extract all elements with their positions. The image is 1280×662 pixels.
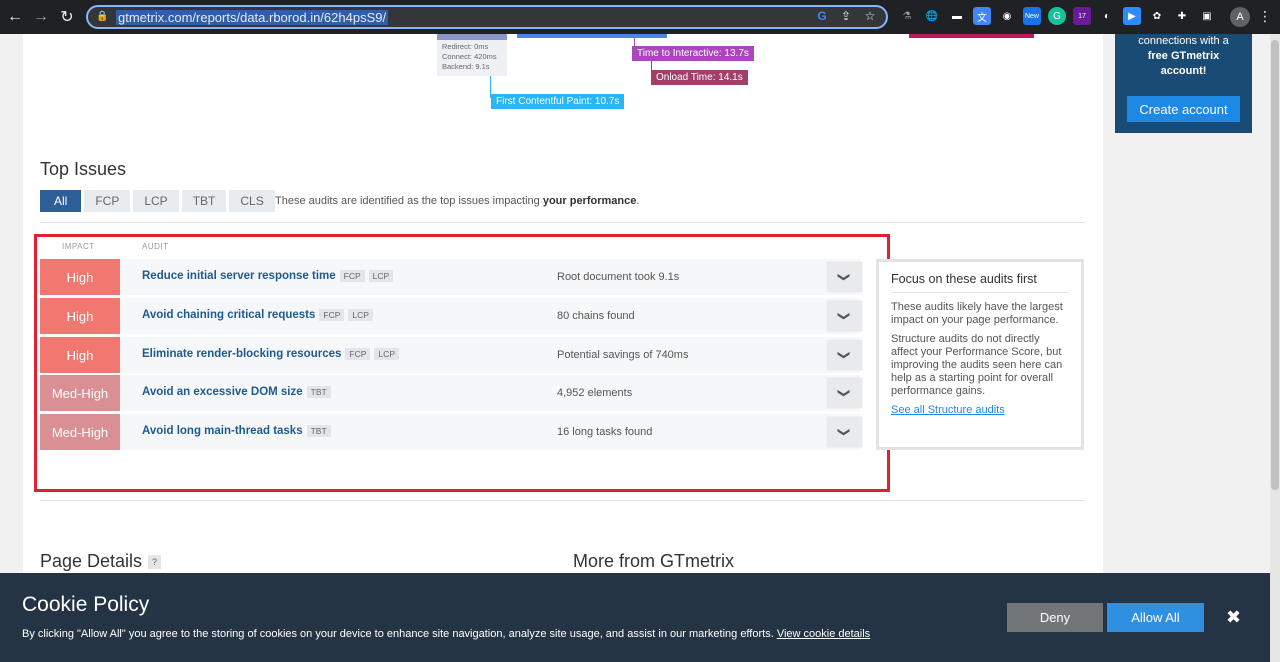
grammarly-icon[interactable]: G: [1048, 7, 1066, 25]
cookie-text: By clicking "Allow All" you agree to the…: [22, 628, 870, 640]
issue-filter-tabs: All FCP LCP TBT CLS: [40, 190, 275, 212]
note-prefix: These audits are identified as the top i…: [275, 195, 543, 207]
promo-line-2: free GTmetrix: [1147, 50, 1220, 62]
tab-all[interactable]: All: [40, 190, 82, 212]
browser-menu-icon[interactable]: ⋮: [1258, 8, 1272, 25]
color-extension-icon[interactable]: ◐: [1098, 7, 1116, 25]
tab-tbt[interactable]: TBT: [181, 190, 227, 212]
share-icon[interactable]: ⇪: [838, 9, 854, 23]
divider: [40, 500, 1085, 501]
tab-lcp[interactable]: LCP: [133, 190, 179, 212]
zoom-extension-icon[interactable]: ▶: [1123, 7, 1141, 25]
reload-icon[interactable]: ↻: [56, 6, 78, 28]
bookmark-star-icon[interactable]: ☆: [862, 9, 878, 23]
sidebar-toggle-icon[interactable]: ▣: [1198, 7, 1216, 25]
divider: [40, 222, 1085, 223]
browser-toolbar: ← → ↻ 🔒 gtmetrix.com/reports/data.rborod…: [0, 0, 1280, 34]
screenshot-extension-icon[interactable]: ◉: [998, 7, 1016, 25]
camera-extension-icon[interactable]: ▬: [948, 7, 966, 25]
backend-time: Backend: 9.1s: [442, 62, 490, 71]
lcp-bar: [517, 34, 667, 38]
translate-extension-icon[interactable]: 文: [973, 7, 991, 25]
onload-label: Onload Time: 14.1s: [651, 70, 748, 85]
profile-avatar[interactable]: A: [1230, 7, 1250, 27]
extension-puzzle-icon-1[interactable]: ⚗: [898, 7, 916, 25]
page-details-title: Page Details?: [40, 551, 162, 572]
help-icon[interactable]: ?: [148, 555, 162, 570]
more-from-gtmetrix-title: More from GTmetrix: [573, 551, 735, 571]
highlight-annotation-box: [34, 234, 890, 492]
new-extension-icon[interactable]: New: [1023, 7, 1041, 25]
promo-line-1: connections with a: [1138, 35, 1229, 47]
promo-line-3: account!: [1160, 65, 1207, 77]
note-bold: your performance: [542, 195, 637, 207]
tab-cls[interactable]: CLS: [229, 190, 275, 212]
connect-time: Connect: 420ms: [442, 52, 497, 61]
focus-text-1: These audits likely have the largest imp…: [891, 301, 1063, 326]
cookie-extension-icon[interactable]: ✿: [1148, 7, 1166, 25]
view-cookie-details-link[interactable]: View cookie details: [777, 628, 870, 640]
cookie-title: Cookie Policy: [22, 593, 150, 616]
see-structure-audits-link[interactable]: See all Structure audits: [891, 404, 1069, 416]
forward-arrow-icon[interactable]: →: [30, 6, 52, 28]
cookie-banner: Cookie Policy By clicking "Allow All" yo…: [0, 573, 1270, 662]
deny-button[interactable]: Deny: [1007, 603, 1103, 632]
close-icon[interactable]: ✖: [1226, 607, 1241, 628]
page-details-title-text: Page Details: [40, 551, 143, 571]
allow-all-button[interactable]: Allow All: [1107, 603, 1204, 632]
ttfb-breakdown: Redirect: 0ms Connect: 420ms Backend: 9.…: [437, 40, 507, 76]
tabs-description: These audits are identified as the top i…: [275, 195, 639, 207]
address-url[interactable]: gtmetrix.com/reports/data.rborod.in/62h4…: [116, 9, 389, 25]
extensions-puzzle-icon[interactable]: ✚: [1173, 7, 1191, 25]
top-issues-title: Top Issues: [40, 159, 127, 179]
address-bar[interactable]: 🔒 gtmetrix.com/reports/data.rborod.in/62…: [86, 5, 888, 29]
tab-fcp[interactable]: FCP: [84, 190, 131, 212]
back-arrow-icon[interactable]: ←: [4, 6, 26, 28]
badge-extension-icon[interactable]: 17: [1073, 7, 1091, 25]
google-icon[interactable]: G: [814, 9, 830, 23]
focus-text-2: Structure audits do not directly affect …: [891, 333, 1063, 397]
globe-extension-icon[interactable]: 🌐: [923, 7, 941, 25]
fully-loaded-bar: [909, 34, 1034, 38]
create-account-button[interactable]: Create account: [1127, 96, 1240, 122]
focus-title: Focus on these audits first: [891, 272, 1069, 293]
tti-label: Time to Interactive: 13.7s: [632, 46, 754, 61]
fcp-label: First Contentful Paint: 10.7s: [491, 94, 625, 109]
signup-promo: connections with a free GTmetrix account…: [1115, 34, 1252, 133]
scrollbar-thumb[interactable]: [1271, 40, 1279, 490]
note-suffix: .: [636, 195, 640, 207]
redirect-time: Redirect: 0ms: [442, 42, 489, 51]
cookie-body: By clicking "Allow All" you agree to the…: [22, 628, 777, 640]
lock-icon: 🔒: [96, 11, 109, 22]
focus-audits-panel: Focus on these audits first These audits…: [876, 259, 1084, 450]
